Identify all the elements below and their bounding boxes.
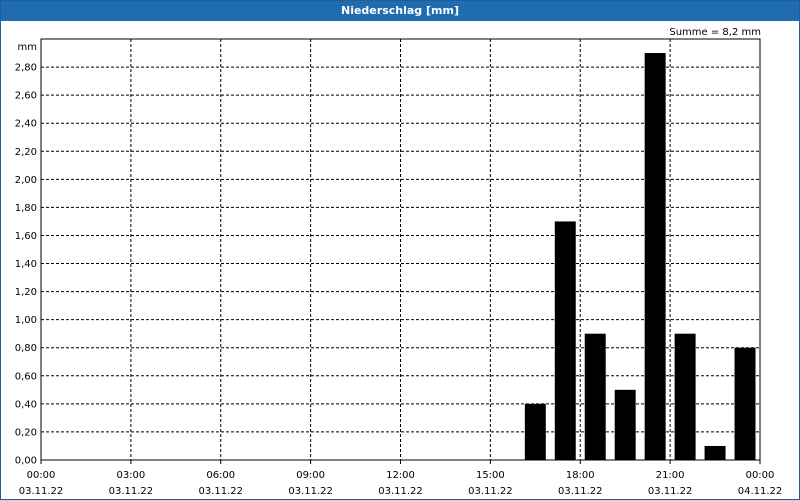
y-tick-label: 0,00: [15, 456, 37, 467]
y-axis-unit: mm: [18, 42, 37, 53]
y-tick-label: 0,80: [15, 343, 37, 354]
x-tick-date: 03.11.22: [558, 486, 603, 497]
y-tick-label: 0,20: [15, 427, 37, 438]
x-tick-date: 04.11.22: [738, 486, 783, 497]
y-tick-label: 2,80: [15, 63, 37, 74]
y-tick-label: 2,00: [15, 175, 37, 186]
precipitation-bar: [644, 53, 666, 461]
precipitation-bar: [524, 403, 546, 460]
y-tick-label: 0,60: [15, 371, 37, 382]
x-tick-date: 03.11.22: [19, 486, 64, 497]
y-tick-label: 2,40: [15, 119, 37, 130]
y-tick-label: 2,20: [15, 147, 37, 158]
y-tick-label: 2,60: [15, 91, 37, 102]
x-tick-time: 00:00: [746, 470, 775, 481]
y-tick-label: 1,80: [15, 203, 37, 214]
x-tick-time: 12:00: [386, 470, 415, 481]
x-tick-time: 00:00: [27, 470, 56, 481]
x-tick-time: 21:00: [656, 470, 685, 481]
x-tick-date: 03.11.22: [109, 486, 154, 497]
x-tick-time: 03:00: [116, 470, 145, 481]
precipitation-bar: [584, 333, 606, 460]
x-tick-time: 15:00: [476, 470, 505, 481]
y-tick-label: 1,40: [15, 259, 37, 270]
precipitation-chart: 0,00 0,20 0,40 0,60 0,80 1,00 1,20 1,40 1,60 1,80…: [15, 38, 783, 497]
x-tick-date: 03.11.22: [198, 486, 243, 497]
y-tick-label: 1,60: [15, 231, 37, 242]
precipitation-bar: [734, 347, 756, 460]
x-tick-date: 03.11.22: [468, 486, 513, 497]
y-tick-label: 0,40: [15, 399, 37, 410]
x-tick-time: 18:00: [566, 470, 595, 481]
precipitation-bar: [554, 221, 576, 460]
x-tick-date: 03.11.22: [378, 486, 423, 497]
y-tick-label: 1,20: [15, 287, 37, 298]
precipitation-bar: [704, 445, 726, 460]
x-tick-date: 03.11.22: [648, 486, 693, 497]
precipitation-bar: [674, 333, 696, 460]
x-tick-time: 09:00: [296, 470, 325, 481]
precipitation-bar: [614, 389, 636, 460]
x-tick-time: 06:00: [206, 470, 235, 481]
x-tick-date: 03.11.22: [288, 486, 333, 497]
y-tick-label: 1,00: [15, 315, 37, 326]
